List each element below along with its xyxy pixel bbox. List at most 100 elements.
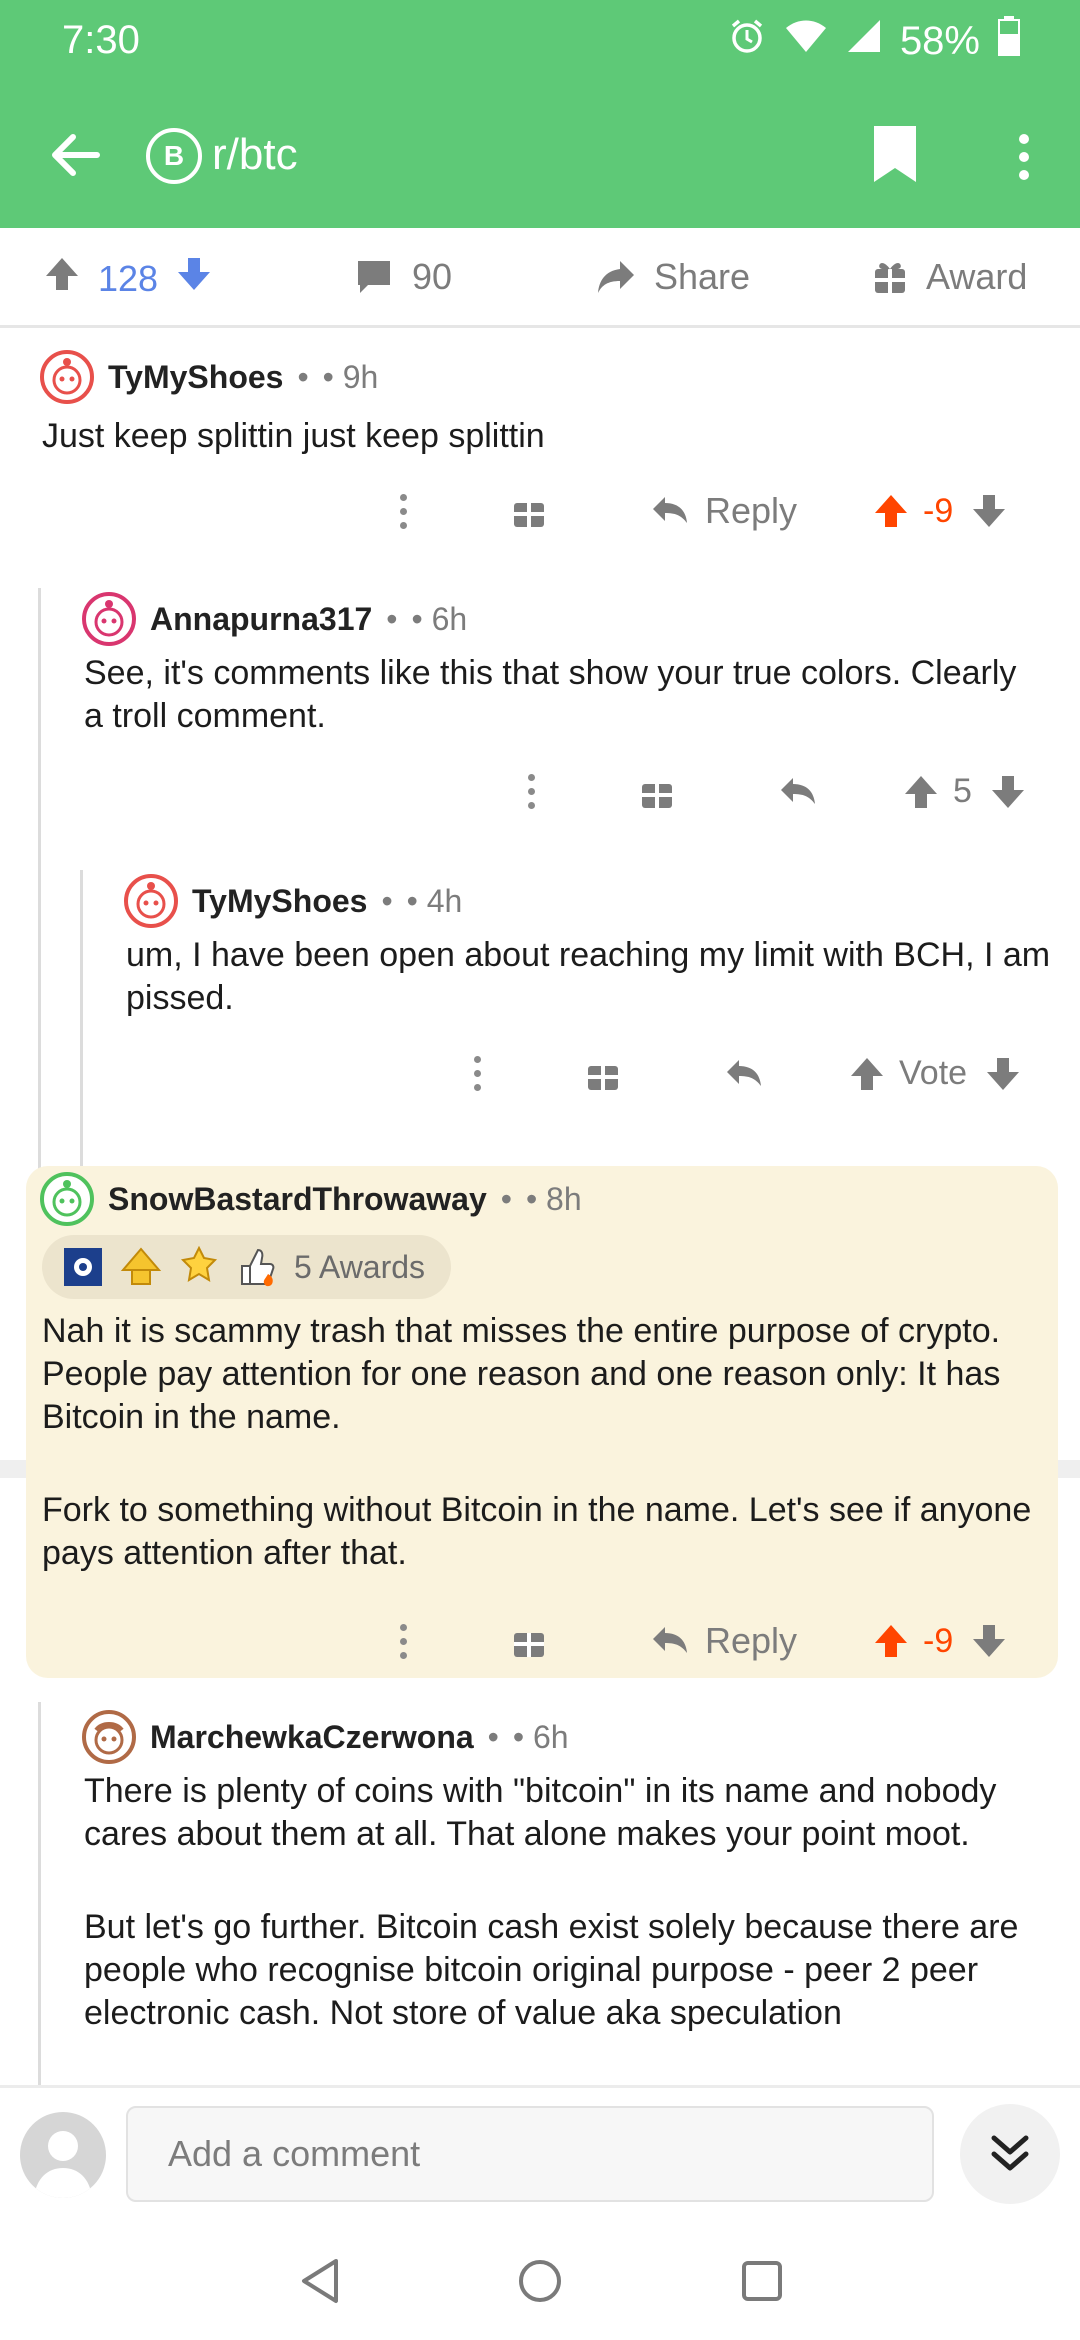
- downvote-button[interactable]: [971, 493, 1007, 529]
- alarm-icon: [728, 17, 766, 65]
- comment-score: -9: [923, 491, 954, 530]
- battery-percent: 58%: [899, 18, 980, 63]
- subreddit-name[interactable]: r/btc: [212, 130, 298, 180]
- comment-header: SnowBastardThrowaway • • 8h: [40, 1172, 582, 1226]
- give-award-button[interactable]: [639, 774, 675, 810]
- downvote-button[interactable]: [971, 1623, 1007, 1659]
- comment-body: There is plenty of coins with "bitcoin" …: [84, 1770, 1054, 2035]
- comment-body: um, I have been open about reaching my l…: [126, 936, 1051, 1017]
- upvote-button[interactable]: [903, 774, 939, 810]
- upvote-button[interactable]: [44, 256, 80, 301]
- snoo-avatar-icon: [136, 882, 166, 919]
- comment-paragraph: There is plenty of coins with "bitcoin" …: [84, 1772, 997, 1853]
- comment-body-clip: There is plenty of coins with "bitcoin" …: [0, 1770, 1080, 2085]
- avatar[interactable]: [40, 350, 94, 404]
- comment-header: TyMyShoes • • 4h: [124, 874, 462, 928]
- avatar[interactable]: [40, 1172, 94, 1226]
- bookmark-icon: [874, 126, 916, 182]
- comment-author[interactable]: Annapurna317: [150, 601, 372, 638]
- awards-count-label: 5 Awards: [294, 1248, 426, 1285]
- upvote-button[interactable]: [873, 493, 909, 529]
- comment-author[interactable]: TyMyShoes: [192, 883, 367, 920]
- comment-author[interactable]: MarchewkaCzerwona: [150, 1719, 474, 1756]
- reply-button[interactable]: [779, 776, 817, 808]
- comment-compose-bar: Add a comment: [0, 2085, 1080, 2215]
- avatar[interactable]: [82, 1710, 136, 1764]
- downvote-button[interactable]: [990, 774, 1026, 810]
- reply-button[interactable]: [725, 1058, 763, 1090]
- give-award-button[interactable]: [511, 493, 547, 529]
- avatar[interactable]: [82, 592, 136, 646]
- comment-separator: •: [386, 600, 398, 637]
- downvote-arrow-icon: [178, 258, 211, 290]
- comment-more-button[interactable]: [528, 774, 535, 809]
- comments-count: 90: [412, 256, 453, 297]
- post-action-bar: 128 90 Share Award: [0, 228, 1080, 328]
- award-thumbs-fire-icon: [236, 1246, 278, 1288]
- downvote-button[interactable]: [985, 1056, 1021, 1092]
- comment-author[interactable]: SnowBastardThrowaway: [108, 1181, 487, 1218]
- double-chevron-down-icon: [991, 2135, 1029, 2171]
- comment-body: See, it's comments like this that show y…: [84, 654, 1017, 735]
- snoo-avatar-icon: [94, 1722, 124, 1755]
- triangle-back-icon: [302, 2259, 338, 2303]
- add-comment-input[interactable]: Add a comment: [126, 2106, 934, 2202]
- nav-home-button[interactable]: [510, 2251, 570, 2311]
- bookmark-button[interactable]: [870, 124, 930, 194]
- square-recents-icon: [742, 2261, 782, 2301]
- comment-author[interactable]: TyMyShoes: [108, 359, 283, 396]
- share-arrow-icon: [598, 261, 634, 293]
- reply-arrow-icon: [653, 1627, 687, 1653]
- downvote-button[interactable]: [176, 256, 212, 301]
- give-award-button[interactable]: [585, 1056, 621, 1092]
- comment-more-button[interactable]: [400, 493, 407, 529]
- comment-actions: Reply -9: [400, 1620, 1007, 1662]
- comment-paragraph: But let's go further. Bitcoin cash exist…: [84, 1908, 1019, 2032]
- comment-separator: •: [487, 1718, 499, 1755]
- circle-home-icon: [519, 2260, 561, 2302]
- upvote-button[interactable]: [873, 1623, 909, 1659]
- snoo-avatar-icon: [94, 600, 124, 637]
- gift-icon: [875, 263, 905, 293]
- comment-age: • 9h: [322, 358, 379, 395]
- user-avatar[interactable]: [20, 2112, 106, 2198]
- give-award-button[interactable]: [511, 1623, 547, 1659]
- awards-pill[interactable]: 5 Awards: [42, 1235, 452, 1299]
- comment-paragraph: Fork to something without Bitcoin in the…: [42, 1491, 1032, 1572]
- subreddit-icon[interactable]: B: [146, 128, 202, 184]
- upvote-arrow-icon: [851, 1057, 883, 1090]
- downvote-arrow-icon: [987, 1057, 1020, 1090]
- nav-recents-button[interactable]: [732, 2251, 792, 2311]
- award-medal-icon: [62, 1246, 104, 1288]
- wifi-icon: [784, 18, 828, 64]
- status-icons: 58%: [728, 16, 1020, 66]
- upvote-arrow-icon: [875, 495, 908, 527]
- avatar[interactable]: [124, 874, 178, 928]
- more-options-button[interactable]: [1004, 122, 1044, 192]
- comments-count-button[interactable]: 90: [354, 256, 452, 298]
- snoo-avatar-icon: [52, 358, 82, 395]
- top-bar: 7:30 58% B r/btc: [0, 0, 1080, 228]
- battery-icon: [998, 16, 1020, 66]
- reply-button[interactable]: Reply: [651, 1620, 797, 1662]
- upvote-button[interactable]: [849, 1056, 885, 1092]
- back-button[interactable]: [40, 120, 110, 190]
- comment-age: • 4h: [406, 882, 463, 919]
- next-comment-button[interactable]: [960, 2104, 1060, 2204]
- comment-age: • 8h: [525, 1180, 582, 1217]
- nav-back-button[interactable]: [290, 2251, 350, 2311]
- share-label: Share: [654, 256, 751, 297]
- comment-body: Nah it is scammy trash that misses the e…: [42, 1310, 1042, 1575]
- comment-score: 5: [953, 772, 972, 810]
- award-button[interactable]: Award: [872, 256, 1027, 298]
- comment-more-button[interactable]: [400, 1623, 407, 1659]
- share-button[interactable]: Share: [596, 256, 750, 298]
- reply-button[interactable]: Reply: [651, 490, 797, 532]
- comment-paragraph: Nah it is scammy trash that misses the e…: [42, 1312, 1001, 1436]
- app-bar: B r/btc: [0, 110, 1080, 200]
- reply-label: Reply: [705, 1620, 798, 1661]
- reply-arrow-icon: [727, 1059, 761, 1086]
- status-time: 7:30: [62, 18, 140, 62]
- comment-age: • 6h: [411, 600, 468, 637]
- comment-more-button[interactable]: [474, 1056, 481, 1091]
